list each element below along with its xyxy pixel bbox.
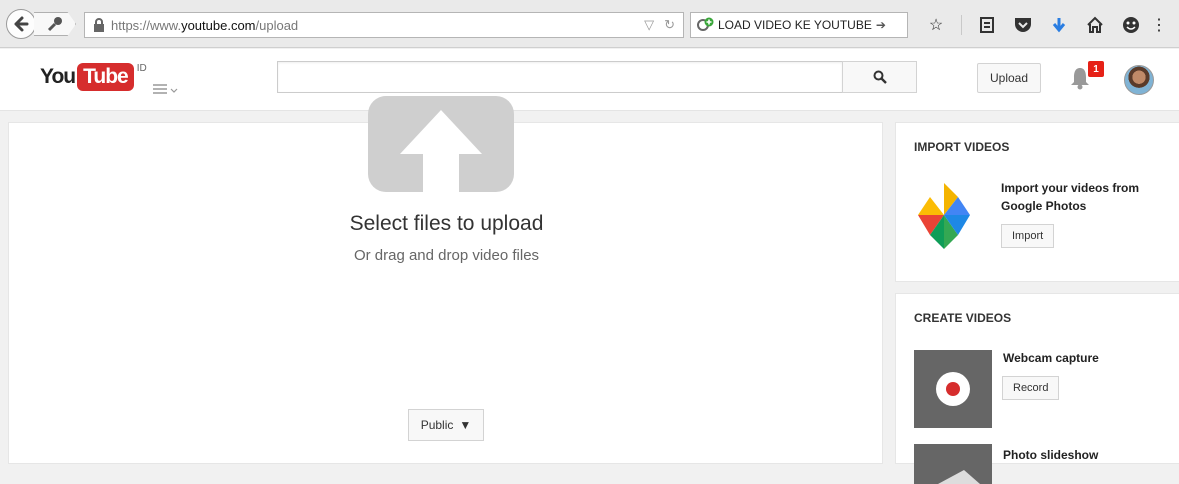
youtube-logo[interactable]: You Tube ID	[40, 63, 147, 91]
create-videos-title: CREATE VIDEOS	[914, 311, 1012, 325]
drag-drop-subtitle: Or drag and drop video files	[353, 247, 540, 264]
select-files-title[interactable]: Select files to upload	[0, 212, 893, 236]
search-button[interactable]	[842, 61, 917, 93]
bookmark-star-icon[interactable]: ☆	[925, 14, 947, 36]
webcam-capture-label: Webcam capture	[1003, 351, 1099, 365]
menu-icon[interactable]: ⋮	[1151, 14, 1167, 36]
notification-badge: 1	[1088, 61, 1104, 77]
key-icon	[47, 17, 62, 32]
download-icon[interactable]	[1048, 14, 1070, 36]
lock-icon	[94, 18, 104, 32]
avatar[interactable]	[1124, 65, 1154, 95]
logo-region: ID	[136, 63, 147, 74]
slideshow-icon	[938, 470, 980, 484]
record-circle-icon	[936, 372, 970, 406]
url-prefix: https://www.	[111, 17, 182, 33]
dropdown-arrow-icon[interactable]: ▽	[644, 17, 654, 33]
upload-button[interactable]: Upload	[977, 63, 1041, 93]
youtube-header: You Tube ID Upload 1	[0, 49, 1179, 111]
browser-search-text: LOAD VIDEO KE YOUTUBE	[718, 18, 872, 32]
import-button[interactable]: Import	[1001, 224, 1055, 248]
url-path: /upload	[255, 17, 299, 33]
browser-toolbar: https://www.youtube.com/upload ▽ ↻ LOAD …	[0, 0, 1179, 48]
record-dot	[946, 382, 960, 396]
home-icon[interactable]	[1084, 14, 1106, 36]
privacy-dropdown[interactable]: Public ▼	[408, 409, 484, 441]
browser-search-bar[interactable]: LOAD VIDEO KE YOUTUBE ➔	[690, 12, 908, 38]
identity-button[interactable]	[34, 12, 76, 36]
import-text-line2: Google Photos	[1001, 199, 1087, 213]
create-videos-card: CREATE VIDEOS Webcam capture Record Phot…	[895, 293, 1179, 484]
slideshow-thumbnail[interactable]	[914, 444, 992, 484]
logo-tube-text: Tube	[77, 63, 134, 91]
url-text: https://www.youtube.com/upload	[111, 18, 298, 33]
reload-icon[interactable]: ↻	[664, 17, 675, 33]
caret-down-icon: ▼	[459, 418, 472, 432]
search-icon	[873, 70, 887, 84]
import-videos-card: IMPORT VIDEOS Import your videos from Go…	[895, 122, 1179, 282]
webcam-thumbnail[interactable]	[914, 350, 992, 428]
address-bar[interactable]: https://www.youtube.com/upload ▽ ↻	[84, 12, 684, 38]
import-videos-title: IMPORT VIDEOS	[914, 140, 1010, 154]
record-button[interactable]: Record	[1002, 376, 1060, 400]
url-host: youtube.com	[181, 17, 256, 33]
import-text-line1: Import your videos from	[1001, 181, 1140, 195]
url-actions: ▽ ↻	[644, 17, 675, 33]
back-button[interactable]	[6, 9, 36, 39]
browser-tool-icons: ☆ ⋮	[925, 12, 1167, 38]
reading-list-icon[interactable]	[976, 14, 998, 36]
import-description: Import your videos from Google Photos	[1001, 179, 1171, 215]
logo-you-text: You	[40, 65, 76, 88]
search-engine-icon	[697, 17, 714, 31]
upload-arrow-icon[interactable]	[368, 96, 514, 192]
guide-menu-button[interactable]	[151, 79, 185, 99]
smiley-icon[interactable]	[1120, 14, 1142, 36]
privacy-label: Public	[420, 418, 454, 432]
hamburger-icon	[153, 84, 178, 94]
search-go-icon[interactable]: ➔	[876, 18, 886, 32]
back-arrow-icon	[14, 16, 29, 32]
search-input[interactable]	[277, 61, 843, 93]
pocket-icon[interactable]	[1012, 14, 1034, 36]
google-photos-icon	[918, 183, 970, 249]
separator	[961, 15, 962, 35]
photo-slideshow-label: Photo slideshow	[1003, 448, 1099, 462]
browser-nav	[6, 9, 90, 39]
